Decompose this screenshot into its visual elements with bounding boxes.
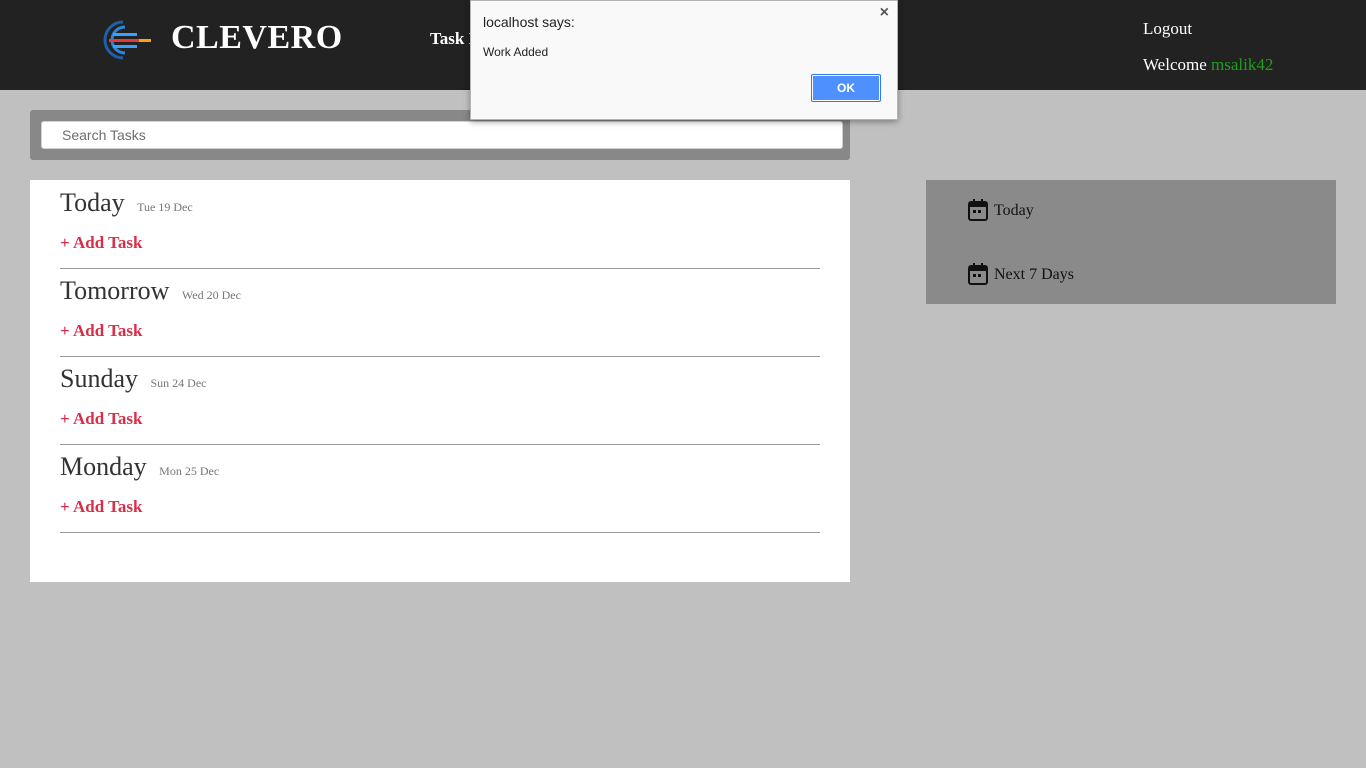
day-date: Mon 25 Dec	[159, 464, 220, 478]
day-section-monday: Monday Mon 25 Dec + Add Task	[60, 444, 820, 533]
day-heading: Tomorrow Wed 20 Dec	[60, 276, 241, 306]
sidebar-item-today[interactable]: Today	[968, 197, 1034, 221]
logout-link[interactable]: Logout	[1143, 19, 1192, 39]
username: msalik42	[1211, 55, 1274, 74]
day-heading: Sunday Sun 24 Dec	[60, 364, 207, 394]
search-input[interactable]	[41, 121, 843, 149]
day-date: Sun 24 Dec	[150, 376, 207, 390]
day-section-tomorrow: Tomorrow Wed 20 Dec + Add Task	[60, 268, 820, 357]
alert-dialog: localhost says: Work Added × OK	[470, 0, 898, 120]
add-task-button[interactable]: + Add Task	[60, 497, 142, 517]
sidebar-item-next-7-days[interactable]: Next 7 Days	[968, 261, 1074, 285]
ok-button[interactable]: OK	[811, 74, 881, 102]
logo-icon	[103, 20, 151, 60]
sidebar-item-label: Today	[994, 202, 1034, 219]
close-icon[interactable]: ×	[880, 4, 889, 22]
task-list-panel: Today Tue 19 Dec + Add Task Tomorrow Wed…	[30, 180, 850, 582]
day-heading: Monday Mon 25 Dec	[60, 452, 219, 482]
calendar-icon	[968, 199, 988, 221]
sidebar-item-label: Next 7 Days	[994, 266, 1074, 283]
calendar-icon	[968, 263, 988, 285]
day-date: Wed 20 Dec	[181, 288, 241, 302]
add-task-button[interactable]: + Add Task	[60, 409, 142, 429]
day-heading: Today Tue 19 Dec	[60, 188, 193, 218]
day-date: Tue 19 Dec	[137, 200, 193, 214]
dialog-title: localhost says:	[483, 14, 575, 30]
brand-name: CLEVERO	[171, 19, 343, 56]
day-section-today: Today Tue 19 Dec + Add Task	[60, 180, 820, 269]
welcome-text: Welcome msalik42	[1143, 55, 1273, 75]
filter-sidebar: Today Next 7 Days	[926, 180, 1336, 304]
day-name: Today	[60, 188, 125, 217]
day-section-sunday: Sunday Sun 24 Dec + Add Task	[60, 356, 820, 445]
day-name: Sunday	[60, 364, 138, 393]
dialog-message: Work Added	[483, 45, 549, 59]
add-task-button[interactable]: + Add Task	[60, 233, 142, 253]
welcome-label: Welcome	[1143, 55, 1207, 74]
add-task-button[interactable]: + Add Task	[60, 321, 142, 341]
day-name: Monday	[60, 452, 147, 481]
day-name: Tomorrow	[60, 276, 170, 305]
